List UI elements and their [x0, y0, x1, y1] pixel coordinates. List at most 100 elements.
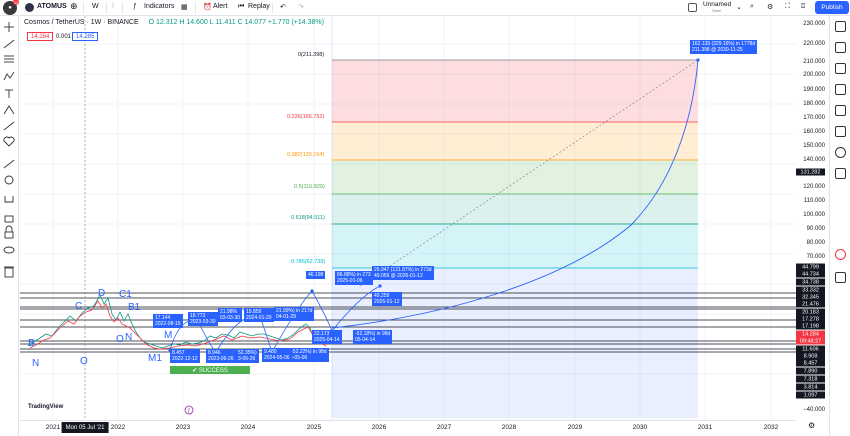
chart-pane[interactable]: ƒ 0(211.398) 0.236(166.762) 0.382(139.15…	[20, 16, 796, 420]
alert-icon[interactable]: ⏰	[203, 3, 212, 11]
symbol-icon	[25, 3, 34, 12]
camera-icon[interactable]: ⌼	[801, 3, 805, 11]
time-label: 2030	[632, 424, 648, 431]
add-symbol-icon[interactable]: ⊕	[70, 1, 78, 12]
user-avatar[interactable]: ● 11	[3, 0, 19, 15]
annotation-a14[interactable]: 52.35%) 3-06-26	[236, 349, 259, 363]
replay-icon[interactable]: ⏮	[238, 3, 244, 11]
price-badge: 44.799	[796, 263, 825, 271]
annotation-a9[interactable]: 17.144 2022-08-15	[153, 314, 183, 328]
price-label: 80.000	[806, 240, 825, 246]
help-icon[interactable]	[835, 272, 846, 283]
chat-icon[interactable]	[835, 126, 846, 137]
news-icon[interactable]	[835, 63, 846, 74]
price-label: 140.000	[803, 157, 825, 163]
chart-canvas[interactable]: ƒ	[20, 16, 796, 420]
svg-text:ƒ: ƒ	[188, 408, 191, 414]
annotation-a10[interactable]: -52.18%) in 98d 05-04-14	[353, 330, 393, 344]
fib-label-5: 0.5(116.829)	[294, 184, 325, 190]
wave-label-m1: M1	[148, 353, 162, 364]
indicators-button[interactable]: Indicators	[144, 3, 174, 10]
layout-save[interactable]: Save	[712, 8, 721, 13]
alerts-icon[interactable]	[835, 42, 846, 53]
price-badge: 44.734	[796, 270, 825, 278]
annotation-a4[interactable]: 49.259 2026-01-12	[372, 292, 402, 306]
fib-zone-5-618	[332, 194, 698, 224]
alert-button[interactable]: Alert	[213, 3, 227, 10]
replay-button[interactable]: Replay	[248, 3, 270, 10]
annotation-a15[interactable]: 8.946 2023-06-26	[206, 349, 236, 363]
annotation-a2[interactable]: 86.88%) in 273 2025-01-06	[335, 271, 373, 285]
redo-icon[interactable]: ↷	[298, 3, 304, 11]
fib-zone-618-786	[332, 224, 698, 268]
wave-label-c1: C1	[119, 289, 132, 300]
undo-icon[interactable]: ↶	[280, 3, 286, 11]
tradingview-logo[interactable]: TradingView	[28, 404, 63, 410]
fullscreen-icon[interactable]: ⛶	[785, 3, 790, 11]
annotation-a8[interactable]: 18.773 2023-03-30	[188, 312, 218, 326]
sell-price-box[interactable]: 14.284	[27, 32, 54, 41]
price-scale[interactable]: 230.000 220.000 210.000 200.000 190.000 …	[796, 16, 829, 420]
right-toolbar	[829, 16, 850, 436]
price-label: 190.000	[803, 87, 825, 93]
chart-settings-icon[interactable]: ⚙	[808, 421, 815, 430]
fib-zone-0-236	[332, 60, 698, 122]
templates-icon[interactable]: ▦	[181, 3, 188, 11]
publish-button[interactable]: Publish	[815, 1, 849, 14]
symbol-search[interactable]: ATOMUS	[37, 3, 67, 10]
layout-name[interactable]: Unnamed	[703, 1, 731, 8]
price-label: 170.000	[803, 115, 825, 121]
price-badge-current-cursor: 131.282	[796, 168, 825, 176]
calendar-icon[interactable]	[835, 84, 846, 95]
price-label: 220.000	[803, 41, 825, 47]
layout-chevron-icon[interactable]: ⌄	[736, 3, 742, 11]
settings-icon[interactable]: ⚙	[767, 3, 773, 11]
price-badge: 34.738	[796, 278, 825, 286]
eye-icon	[3, 246, 15, 254]
notification-badge: 11	[13, 0, 19, 5]
price-label: 150.000	[803, 143, 825, 149]
annotation-a7[interactable]: 21.98% 03-03-30	[218, 308, 243, 322]
indicators-icon[interactable]: ƒ	[133, 3, 137, 10]
watchlist-icon[interactable]	[835, 21, 846, 32]
fib-zone-236-382	[332, 122, 698, 160]
time-scale[interactable]: 2021 2022 2023 2024 2025 2026 2027 2028 …	[20, 420, 796, 436]
annotation-a12[interactable]: −52.22%) in 98d 4-05-06	[288, 348, 329, 362]
target-annotation[interactable]: 162.139 (329.16%) in 1778d 211.398 @ 2030…	[690, 40, 758, 54]
time-label: 2021	[45, 424, 61, 431]
wave-label-n: N	[32, 358, 40, 369]
price-badge-countdown: 09:48:27	[796, 337, 825, 345]
layout-icon[interactable]	[688, 3, 697, 12]
lock-drawings-icon	[4, 215, 14, 223]
fib-label-382: 0.382(139.154)	[287, 152, 325, 158]
annotation-a16[interactable]: 8.457 2022-12-12	[170, 349, 200, 363]
wave-label-n2: N	[125, 332, 133, 343]
annotation-a1[interactable]: 26.947 (121.87%) in 273d 49.059 @ 2026-01…	[372, 266, 434, 280]
time-label: 2025	[306, 424, 322, 431]
annotation-a13[interactable]: 9.480 2024-05-06	[262, 348, 292, 362]
price-label: 230.000	[803, 21, 825, 27]
annotation-a3[interactable]: 46.198	[306, 271, 326, 279]
price-label: 200.000	[803, 72, 825, 78]
text-icon	[5, 89, 13, 98]
interval-selector[interactable]: W	[92, 3, 99, 10]
time-label: 2022	[110, 424, 126, 431]
notifications-icon[interactable]	[835, 168, 846, 179]
chart-type-icon[interactable]: ⫶	[112, 3, 114, 11]
time-label: 2023	[175, 424, 191, 431]
annotation-a5[interactable]: 21.99%) in 217d 04-01-29	[274, 307, 315, 321]
search-icon[interactable]: ⌕	[750, 3, 754, 11]
time-label: 2032	[763, 424, 779, 431]
legend-ohlc: O 12.312 H 14.600 L 11.411 C 14.077 +1.7…	[148, 19, 324, 26]
live-icon[interactable]	[835, 249, 846, 260]
annotation-a11[interactable]: 22.173 2025-04-14	[312, 330, 342, 344]
buy-price-box[interactable]: 14.285	[72, 32, 99, 41]
price-label: 210.000	[803, 59, 825, 65]
legend-title[interactable]: Cosmos / TetherUS · 1W · BINANCE	[24, 19, 139, 26]
time-label: 2027	[436, 424, 452, 431]
fib-label-236: 0.236(166.762)	[287, 114, 325, 120]
annotation-a6[interactable]: 19.859 2024-01-29	[244, 308, 274, 322]
ideas-icon[interactable]	[835, 105, 846, 116]
hotlist-icon[interactable]	[835, 147, 846, 158]
wave-label-d: D	[98, 288, 106, 299]
